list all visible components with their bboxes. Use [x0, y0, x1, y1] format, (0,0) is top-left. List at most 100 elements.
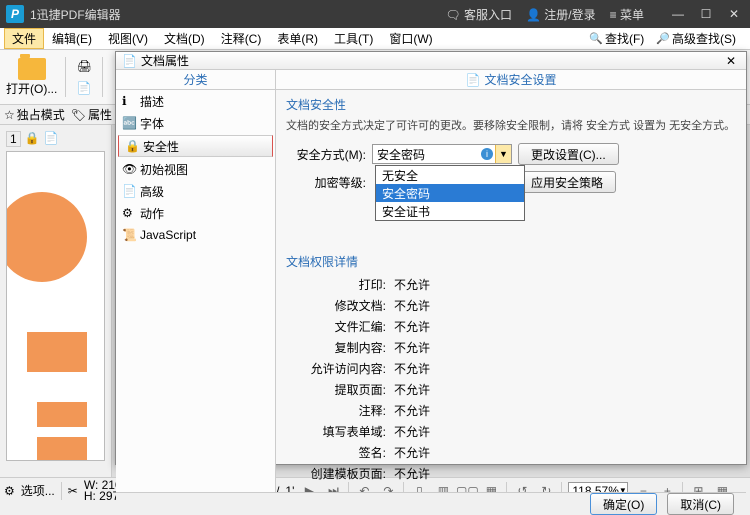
security-method-dropdown: 无安全 安全密码 安全证书 [375, 165, 525, 221]
doc-small-icon: 📄 [44, 131, 59, 147]
eye-icon: 👁 [122, 162, 136, 176]
gear-icon: ⚙ [122, 206, 136, 220]
lock-icon: 🔒 [25, 131, 40, 147]
permission-row: 复制内容: 不允许 [286, 339, 736, 356]
find-button[interactable]: 🔍查找(F) [585, 29, 648, 48]
gear-icon[interactable]: ⚙ [4, 484, 15, 498]
perm-label: 复制内容: [286, 339, 386, 356]
open-button[interactable]: 打开(O)... [6, 58, 57, 97]
perm-label: 允许访问内容: [286, 360, 386, 377]
dd-no-security[interactable]: 无安全 [376, 166, 524, 184]
cat-initial-view[interactable]: 👁初始视图 [116, 158, 275, 180]
menu-document[interactable]: 文档(D) [156, 28, 213, 49]
perm-value: 不允许 [394, 297, 430, 314]
menu-link[interactable]: ≡ 菜单 [610, 6, 644, 23]
perm-value: 不允许 [394, 360, 430, 377]
info-icon: ℹ [122, 94, 136, 108]
cat-actions[interactable]: ⚙动作 [116, 202, 275, 224]
dialog-titlebar: 📄 文档属性 ✕ [116, 52, 746, 70]
security-method-select[interactable]: 安全密码 i ▼ [372, 144, 512, 164]
menu-view[interactable]: 视图(V) [100, 28, 156, 49]
menubar: 文件 编辑(E) 视图(V) 文档(D) 注释(C) 表单(R) 工具(T) 窗… [0, 28, 750, 50]
advanced-find-button[interactable]: 🔎高级查找(S) [652, 29, 740, 48]
page-icon: 📄 [122, 184, 136, 198]
perm-value: 不允许 [394, 381, 430, 398]
close-button[interactable]: ✕ [724, 7, 744, 21]
maximize-button[interactable]: ☐ [696, 7, 716, 21]
scan-icon[interactable]: 📄 [74, 78, 94, 98]
thumbnail-panel: 1 🔒 📄 [0, 125, 112, 477]
perm-label: 提取页面: [286, 381, 386, 398]
perm-label: 填写表单域: [286, 423, 386, 440]
encryption-level-label: 加密等级: [286, 174, 366, 191]
perm-label: 签名: [286, 444, 386, 461]
properties-tab[interactable]: 🏷属性 [71, 106, 112, 123]
dd-password[interactable]: 安全密码 [376, 184, 524, 202]
doc-lock-icon: 📄 [466, 70, 481, 90]
security-method-label: 安全方式(M): [286, 146, 366, 163]
permission-row: 文件汇编: 不允许 [286, 318, 736, 335]
permission-row: 注释:不允许 [286, 402, 736, 419]
options-link[interactable]: 选项... [21, 482, 55, 499]
ok-button[interactable]: 确定(O) [590, 493, 657, 515]
doc-icon: 📄 [122, 54, 137, 68]
info-badge-icon: i [481, 148, 493, 160]
apply-policy-button[interactable]: 应用安全策略 [518, 171, 616, 193]
perm-value: 不允许 [394, 423, 430, 440]
menu-file[interactable]: 文件 [4, 28, 44, 49]
chevron-down-icon: ▼ [495, 145, 511, 163]
folder-icon [18, 58, 46, 80]
titlebar: P 1迅捷PDF编辑器 🗨 客服入口 👤 注册/登录 ≡ 菜单 — ☐ ✕ [0, 0, 750, 28]
page-num-badge: 1 [6, 131, 21, 147]
star-icon: ☆ [4, 108, 15, 122]
security-help-text: 文档的安全方式决定了可许可的更改。要移除安全限制，请将 安全方式 设置为 无安全… [286, 117, 736, 133]
cancel-button[interactable]: 取消(C) [667, 493, 734, 515]
print-icon[interactable]: 🖨 [74, 56, 94, 76]
perm-value: 不允许 [394, 465, 430, 482]
thumbnail-page[interactable] [6, 151, 105, 461]
script-icon: 📜 [122, 228, 136, 242]
perm-label: 创建模板页面: [286, 465, 386, 482]
app-icon: P [6, 5, 24, 23]
permission-row: 创建模板页面: 不允许 [286, 465, 736, 482]
perm-label: 打印: [286, 276, 386, 293]
menu-forms[interactable]: 表单(R) [269, 28, 326, 49]
permission-row: 打印: 不允许 [286, 276, 736, 293]
cat-description[interactable]: ℹ描述 [116, 90, 275, 112]
cat-advanced[interactable]: 📄高级 [116, 180, 275, 202]
font-icon: 🔤 [122, 116, 136, 130]
tag-icon: 🏷 [71, 108, 86, 122]
login-link[interactable]: 👤 注册/登录 [526, 6, 596, 23]
group-permissions: 文档权限详情 [286, 253, 736, 270]
permission-row: 填写表单域: 不允许 [286, 423, 736, 440]
perm-label: 注释: [286, 402, 386, 419]
menu-comments[interactable]: 注释(C) [213, 28, 270, 49]
permission-row: 签名: 不允许 [286, 444, 736, 461]
content-header: 📄文档安全设置 [276, 70, 746, 90]
perm-value: 不允许 [394, 339, 430, 356]
dd-certificate[interactable]: 安全证书 [376, 202, 524, 220]
change-settings-button[interactable]: 更改设置(C)... [518, 143, 619, 165]
group-security: 文档安全性 [286, 96, 736, 113]
menu-edit[interactable]: 编辑(E) [44, 28, 100, 49]
category-header: 分类 [116, 70, 275, 90]
perm-label: 文件汇编: [286, 318, 386, 335]
cat-fonts[interactable]: 🔤字体 [116, 112, 275, 134]
cat-security[interactable]: 🔒安全性 [118, 135, 273, 157]
crop-icon: ✂ [68, 484, 78, 498]
perm-value: 不允许 [394, 276, 430, 293]
exclusive-mode-tab[interactable]: ☆独占模式 [4, 106, 65, 123]
menu-window[interactable]: 窗口(W) [381, 28, 440, 49]
menu-tools[interactable]: 工具(T) [326, 28, 381, 49]
minimize-button[interactable]: — [668, 7, 688, 21]
perm-value: 不允许 [394, 318, 430, 335]
dialog-close-button[interactable]: ✕ [722, 54, 740, 68]
support-link[interactable]: 🗨 客服入口 [445, 6, 512, 23]
dialog-title: 文档属性 [141, 52, 189, 69]
perm-value: 不允许 [394, 444, 430, 461]
permission-row: 修改文档:不允许 [286, 297, 736, 314]
permission-row: 提取页面: 不允许 [286, 381, 736, 398]
cat-javascript[interactable]: 📜JavaScript [116, 224, 275, 246]
category-panel: 分类 ℹ描述 🔤字体 🔒安全性 👁初始视图 📄高级 ⚙动作 📜JavaScrip… [116, 70, 276, 492]
dialog-footer: 确定(O) 取消(C) [116, 492, 746, 515]
